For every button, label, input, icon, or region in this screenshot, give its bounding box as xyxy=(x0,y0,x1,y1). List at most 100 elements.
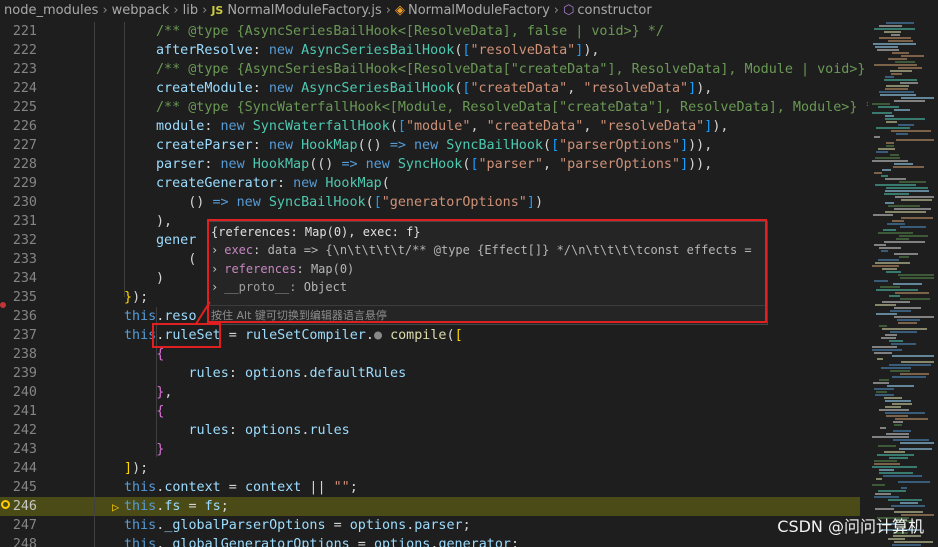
minimap-line xyxy=(894,541,933,543)
code-text: afterResolve: new AsyncSeriesBailHook(["… xyxy=(156,43,600,58)
minimap-line xyxy=(896,139,934,141)
minimap-line xyxy=(892,52,909,54)
code-line[interactable]: 245 this.context = context || ""; xyxy=(0,478,860,497)
breadcrumb-folder-webpack[interactable]: webpack xyxy=(112,3,170,18)
code-text: this.fs = fs; xyxy=(124,499,229,514)
minimap-line xyxy=(874,463,900,465)
minimap-line xyxy=(900,442,934,444)
minimap-line xyxy=(879,37,911,39)
minimap-line xyxy=(884,193,909,195)
code-line[interactable]: 246 this.fs = fs; xyxy=(0,497,860,516)
minimap-line xyxy=(896,133,908,135)
minimap-line xyxy=(879,91,914,93)
minimap-line xyxy=(892,544,921,546)
indent-guide xyxy=(94,22,95,547)
minimap-line xyxy=(893,166,924,168)
minimap-line xyxy=(878,148,895,150)
line-number: 228 xyxy=(12,157,37,172)
minimap-line xyxy=(899,235,928,237)
code-line[interactable]: 238 { xyxy=(0,345,860,364)
code-line[interactable]: 226 module: new SyncWaterfallHook(["modul… xyxy=(0,117,860,136)
minimap-line xyxy=(886,187,928,189)
minimap-line xyxy=(872,265,899,267)
minimap-line xyxy=(900,226,926,228)
minimap-line xyxy=(877,49,899,51)
line-number: 225 xyxy=(12,100,37,115)
breadcrumb-folder-node-modules[interactable]: node_modules xyxy=(4,3,98,18)
minimap[interactable] xyxy=(868,22,938,547)
line-number: 227 xyxy=(12,138,37,153)
minimap-line xyxy=(879,25,902,27)
code-line[interactable]: 222 afterResolve: new AsyncSeriesBailHook… xyxy=(0,41,860,60)
minimap-line xyxy=(892,355,934,357)
code-text: rules: options.rules xyxy=(188,423,350,438)
minimap-line xyxy=(882,268,897,270)
minimap-line xyxy=(878,490,906,492)
minimap-line xyxy=(884,241,925,243)
breadcrumb-member[interactable]: constructor xyxy=(577,3,651,18)
annotation-box-ruleset xyxy=(152,323,221,348)
minimap-line xyxy=(888,205,920,207)
code-text: }, xyxy=(156,385,173,400)
breakpoint-icon[interactable] xyxy=(0,302,6,308)
minimap-line xyxy=(878,445,896,447)
code-text: module: new SyncWaterfallHook(["module",… xyxy=(156,119,729,134)
minimap-line xyxy=(888,538,905,540)
minimap-line xyxy=(876,151,888,153)
code-line[interactable]: 227 createParser: new HookMap(() => new S… xyxy=(0,136,860,155)
breadcrumb-folder-lib[interactable]: lib xyxy=(183,3,198,18)
minimap-line xyxy=(878,232,913,234)
code-line[interactable]: 237 this.ruleSet = ruleSetCompiler.● comp… xyxy=(0,326,860,345)
minimap-line xyxy=(895,418,928,420)
minimap-line xyxy=(886,415,908,417)
minimap-line xyxy=(893,283,922,285)
chevron-right-icon: › xyxy=(385,3,391,18)
minimap-line xyxy=(887,385,914,387)
line-number: 226 xyxy=(12,119,37,134)
minimap-line xyxy=(901,55,924,57)
code-line[interactable]: 242 rules: options.rules xyxy=(0,421,860,440)
minimap-line xyxy=(881,250,888,252)
minimap-line xyxy=(883,229,896,231)
code-line[interactable]: 244]); xyxy=(0,459,860,478)
minimap-line xyxy=(894,208,931,210)
line-number: 245 xyxy=(12,480,37,495)
minimap-line xyxy=(880,427,886,429)
minimap-line xyxy=(878,259,899,261)
code-line[interactable]: 243 } xyxy=(0,440,860,459)
minimap-line xyxy=(901,97,934,99)
minimap-line xyxy=(900,82,918,84)
code-text: /** @type {AsyncSeriesBailHook<[ResolveD… xyxy=(156,24,664,39)
code-line[interactable]: 239 rules: options.defaultRules xyxy=(0,364,860,383)
line-number: 232 xyxy=(12,233,37,248)
minimap-line xyxy=(875,262,910,264)
minimap-line xyxy=(887,223,905,225)
minimap-line xyxy=(898,274,934,276)
debug-breakpoint-icon[interactable] xyxy=(1,500,10,509)
minimap-line xyxy=(879,247,901,249)
minimap-line xyxy=(874,352,892,354)
minimap-line xyxy=(890,370,910,372)
code-line[interactable]: 225 /** @type {SyncWaterfallHook<[Module,… xyxy=(0,98,868,117)
line-number: 244 xyxy=(12,461,37,476)
code-line[interactable]: 229 createGenerator: new HookMap( xyxy=(0,174,860,193)
minimap-line xyxy=(875,394,894,396)
minimap-line xyxy=(882,328,927,330)
code-line[interactable]: 241 { xyxy=(0,402,860,421)
minimap-line xyxy=(872,349,902,351)
minimap-line xyxy=(886,433,909,435)
code-line[interactable]: 248 this._globalGeneratorOptions = option… xyxy=(0,535,860,547)
line-number: 238 xyxy=(12,347,37,362)
code-line[interactable]: 224 createModule: new AsyncSeriesBailHook… xyxy=(0,79,860,98)
code-line[interactable]: 247 this._globalParserOptions = options.p… xyxy=(0,516,860,535)
code-line[interactable]: 240 }, xyxy=(0,383,860,402)
code-line[interactable]: 221 /** @type {AsyncSeriesBailHook<[Resol… xyxy=(0,22,860,41)
code-line[interactable]: 223 /** @type {AsyncSeriesBailHook<[Resol… xyxy=(0,60,866,79)
breadcrumb-class[interactable]: NormalModuleFactory xyxy=(408,3,550,18)
indent-guide xyxy=(124,22,125,297)
code-line[interactable]: 228 parser: new HookMap(() => new SyncHoo… xyxy=(0,155,860,174)
breadcrumb-file[interactable]: NormalModuleFactory.js xyxy=(227,3,381,18)
code-line[interactable]: 230 () => new SyncBailHook(["generatorOp… xyxy=(0,193,860,212)
minimap-line xyxy=(888,58,907,60)
minimap-line xyxy=(890,70,912,72)
